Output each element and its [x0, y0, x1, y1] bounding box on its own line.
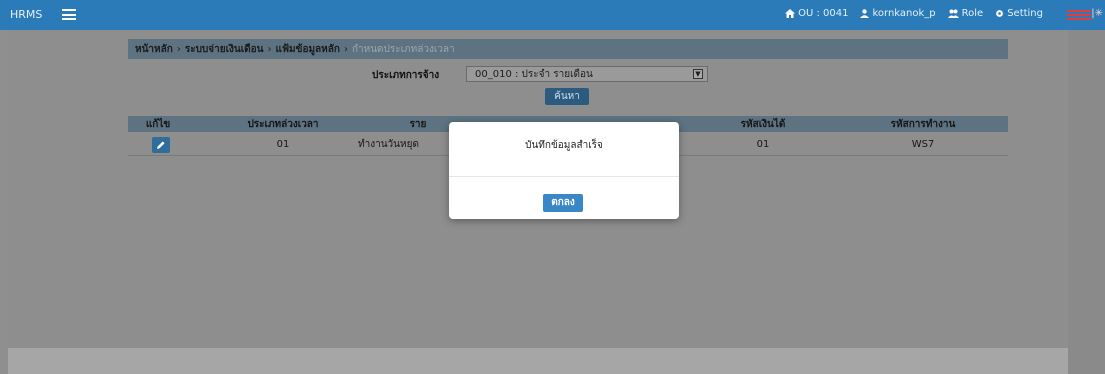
header-edit: แก้ไข	[145, 118, 171, 130]
chevron-down-icon: ▼	[693, 69, 703, 79]
uk-flag-icon[interactable]: |✳	[1091, 8, 1103, 19]
ou-indicator[interactable]: OU : 0041	[785, 8, 848, 19]
top-right-menu: OU : 0041 kornkanok_p Role Setting	[785, 8, 1043, 19]
breadcrumb-separator: ›	[176, 43, 181, 55]
header-work-code: รหัสการทำงาน	[890, 118, 956, 130]
breadcrumb-payroll[interactable]: ระบบจ่ายเงินเดือน	[185, 42, 264, 57]
edit-button[interactable]	[152, 136, 170, 153]
setting-label: Setting	[1007, 8, 1043, 19]
user-menu[interactable]: kornkanok_p	[860, 8, 936, 19]
dialog-message: บันทึกข้อมูลสำเร็จ	[525, 140, 603, 151]
user-name: kornkanok_p	[872, 8, 936, 19]
setting-menu[interactable]: Setting	[995, 8, 1043, 19]
breadcrumb: หน้าหลัก › ระบบจ่ายเงินเดือน › แฟ้มข้อมู…	[128, 39, 1008, 59]
pencil-icon	[157, 140, 165, 149]
breadcrumb-separator: ›	[343, 43, 348, 55]
user-icon	[860, 9, 870, 18]
top-navbar: HRMS OU : 0041 kornkanok_p Role Setting …	[0, 0, 1105, 30]
ok-button[interactable]: ตกลง	[543, 194, 583, 212]
role-menu[interactable]: Role	[947, 8, 984, 19]
work-code-cell: WS7	[911, 139, 935, 150]
users-icon	[947, 9, 959, 18]
breadcrumb-master-files[interactable]: แฟ้มข้อมูลหลัก	[276, 42, 340, 57]
success-dialog: บันทึกข้อมูลสำเร็จ ตกลง	[449, 122, 679, 219]
breadcrumb-current: กำหนดประเภทล่วงเวลา	[351, 43, 455, 55]
gear-icon	[996, 10, 1004, 17]
employment-type-select[interactable]: 00_010 : ประจำ รายเดือน ▼	[466, 66, 708, 82]
breadcrumb-separator: ›	[267, 43, 272, 55]
income-code-cell: 01	[756, 139, 770, 150]
ou-label: OU : 0041	[798, 8, 849, 19]
header-income-code: รหัสเงินได้	[740, 118, 786, 130]
footer	[8, 348, 1068, 374]
menu-toggle-icon[interactable]	[62, 9, 76, 20]
role-label: Role	[961, 8, 984, 19]
ot-type-cell: 01	[276, 139, 290, 150]
header-description: ราย	[409, 118, 427, 130]
edit-cell	[138, 134, 184, 155]
language-flag-icon[interactable]	[1067, 10, 1091, 20]
header-ot-type: ประเภทล่วงเวลา	[247, 118, 319, 130]
app-brand[interactable]: HRMS	[10, 8, 42, 21]
employment-type-label: ประเภทการจ้าง	[372, 70, 440, 81]
employment-type-value: 00_010 : ประจำ รายเดือน	[475, 68, 593, 80]
breadcrumb-home[interactable]: หน้าหลัก	[135, 42, 173, 57]
search-button[interactable]: ค้นหา	[545, 88, 589, 105]
dialog-divider	[449, 176, 679, 177]
home-icon	[785, 9, 796, 18]
right-edge-panel	[1068, 30, 1105, 374]
